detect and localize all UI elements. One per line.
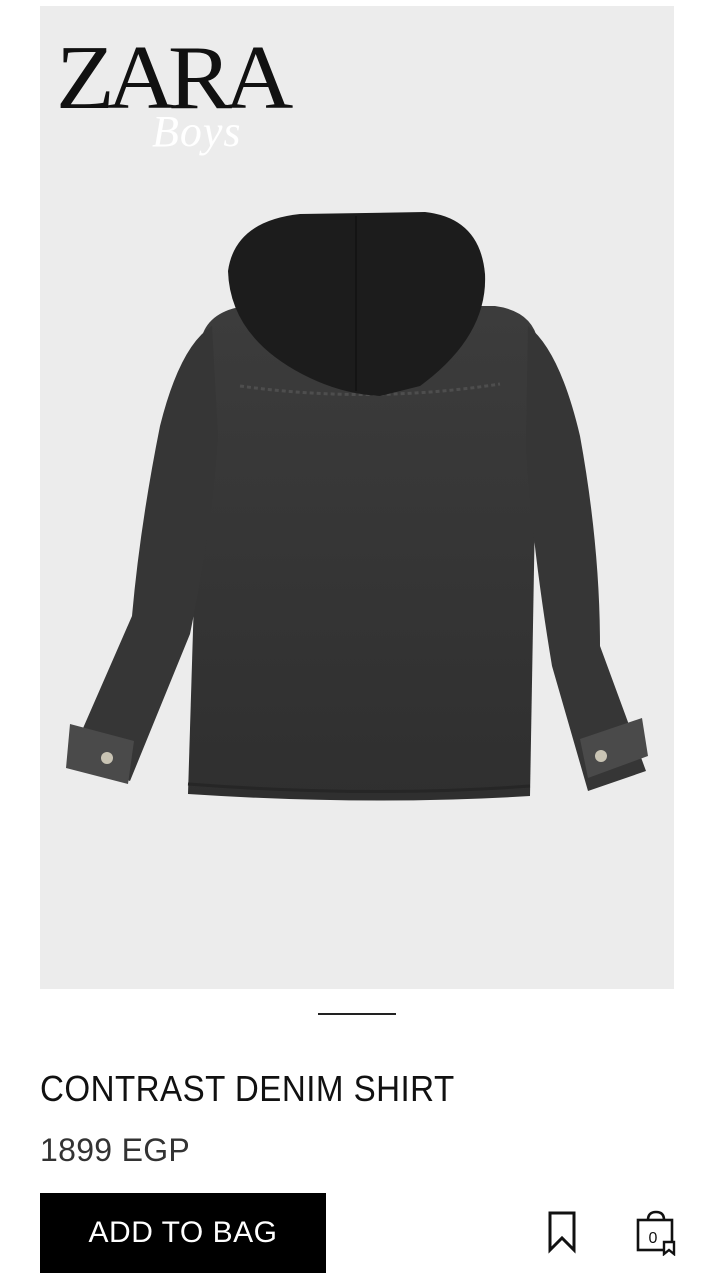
scroll-indicator: [318, 1013, 396, 1015]
bookmark-button[interactable]: [546, 1210, 578, 1254]
product-image[interactable]: ZARA Boys: [40, 6, 674, 989]
bag-count: 0: [649, 1230, 658, 1247]
product-title: CONTRAST DENIM SHIRT: [40, 1068, 455, 1109]
product-price: 1899 EGP: [40, 1132, 191, 1168]
logo-sub-text: Boys: [152, 107, 242, 156]
shopping-bag-icon: 0: [636, 1210, 676, 1257]
add-to-bag-button[interactable]: ADD TO BAG: [40, 1193, 326, 1273]
product-page: ZARA Boys CONTRAST DENIM SHIRT 1899 EGP …: [0, 0, 714, 1280]
bag-button[interactable]: 0: [634, 1208, 678, 1257]
bookmark-icon: [548, 1211, 576, 1254]
brand-logo[interactable]: ZARA Boys: [56, 30, 293, 190]
